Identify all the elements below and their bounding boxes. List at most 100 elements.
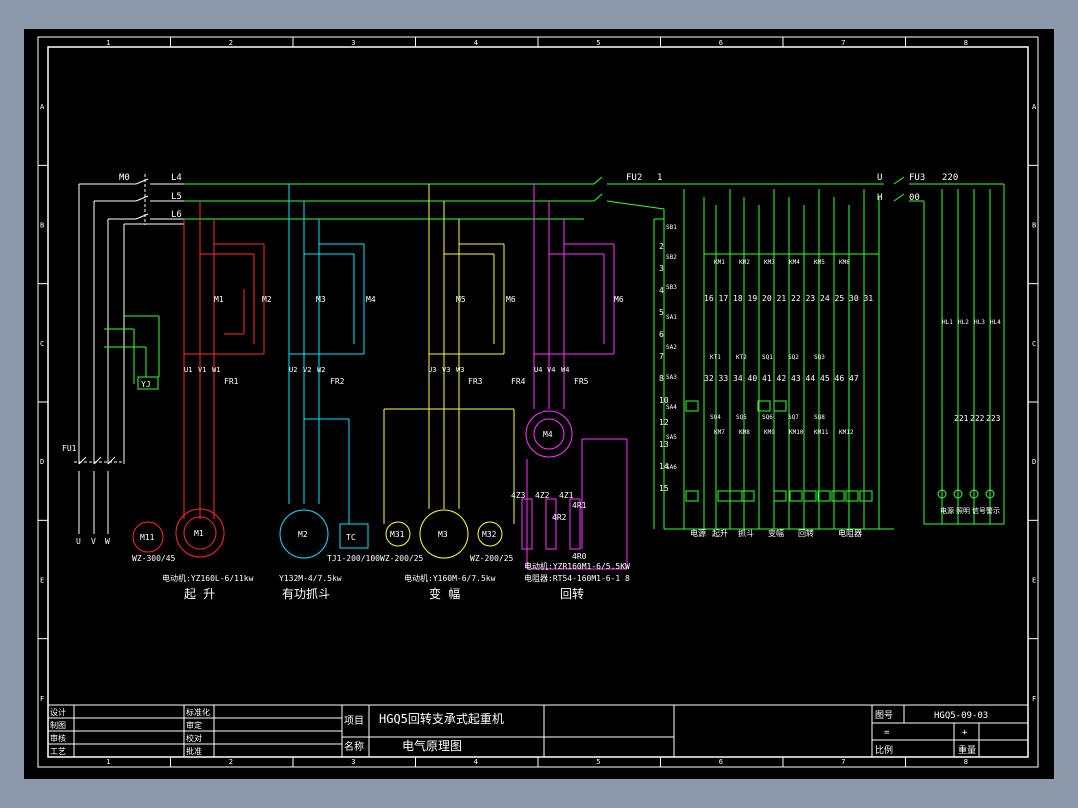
bus-label: M0 <box>119 173 130 183</box>
control-label: KM5 <box>814 259 825 266</box>
misc-label: 4Z3 <box>511 491 526 500</box>
grid-column-label: 7 <box>841 39 845 47</box>
control-number: 42 <box>777 374 787 383</box>
relay-label: FR2 <box>330 377 345 386</box>
inner-frame <box>47 46 1029 758</box>
control-label: KM12 <box>839 429 854 436</box>
terminal-label: U1 <box>184 366 192 374</box>
misc-label: YJ <box>141 380 151 389</box>
motor-label: M31 <box>390 530 405 539</box>
control-label: KM2 <box>739 259 750 266</box>
control-label: KM3 <box>764 259 775 266</box>
control-number: 23 <box>806 294 816 303</box>
misc-label: 4Z1 <box>559 491 574 500</box>
control-caption: 电源 <box>690 528 706 538</box>
project-label: 项目 <box>344 715 364 727</box>
misc-label: FU1 <box>62 444 77 453</box>
control-number: 15 <box>659 484 669 493</box>
misc-label: 4Z2 <box>535 491 550 500</box>
control-number: 8 <box>659 374 664 383</box>
motor-label: M3 <box>438 530 448 539</box>
control-number: 24 <box>820 294 830 303</box>
motor-label: M11 <box>140 533 155 542</box>
tb-cell: 设计 <box>50 707 66 717</box>
control-label: SA5 <box>666 434 677 441</box>
control-caption: 电阻器 <box>838 528 862 538</box>
misc-label: U <box>76 537 81 546</box>
grid-column-label: 4 <box>474 39 478 47</box>
power-bus-white <box>74 174 184 534</box>
control-number: 33 <box>719 374 729 383</box>
control-number: 25 <box>835 294 845 303</box>
control-number: 2 <box>659 242 664 251</box>
contactor-label: M4 <box>366 295 376 304</box>
control-caption: 变幅 <box>768 528 784 538</box>
terminal-label: W2 <box>317 366 325 374</box>
grid-row-label: A <box>1032 103 1037 111</box>
schematic-drawing: 1122334455667788A AB BC CD DE EF F M0 L4… <box>37 36 1039 768</box>
lamp-caption: 警示 <box>986 506 1000 515</box>
luff-model1-caption: WZ-200/25 <box>380 554 424 563</box>
misc-label: V <box>91 537 96 546</box>
misc-label: 4R0 <box>572 552 587 561</box>
tb-cell: 校对 <box>186 733 202 743</box>
tb-cell: 审核 <box>50 733 66 743</box>
control-label: KT2 <box>736 354 747 361</box>
control-number: 30 <box>849 294 859 303</box>
sheet-value: + <box>962 728 968 738</box>
grid-column-label: 5 <box>596 758 600 766</box>
grid-column-label: 2 <box>229 39 233 47</box>
hoist-motor-caption: 电动机:YZ160L-6/11kw <box>162 573 254 583</box>
control-number: 46 <box>835 374 845 383</box>
grid-row-label: C <box>1032 340 1036 348</box>
bus-label: L5 <box>171 192 182 202</box>
control-label: SQ2 <box>788 354 799 361</box>
control-number: 221 <box>954 414 969 423</box>
bus-label: 1 <box>657 173 662 183</box>
grid-row-label: B <box>40 222 44 230</box>
grid-column-label: 2 <box>229 758 233 766</box>
contactor-label: M6 <box>614 295 624 304</box>
grid-row-label: E <box>40 577 44 585</box>
tb-cell: 批准 <box>186 746 202 756</box>
motor-label: M32 <box>482 530 497 539</box>
grab-motor-caption: Y132M-4/7.5kw <box>279 574 342 583</box>
luff-name-caption: 变 幅 <box>429 586 460 601</box>
control-label: SB3 <box>666 284 677 291</box>
grid-column-label: 3 <box>351 758 355 766</box>
control-number: 34 <box>733 374 743 383</box>
scale-value: = <box>884 728 890 738</box>
control-label: SA4 <box>666 404 677 411</box>
control-label: SQ8 <box>814 414 825 421</box>
control-caption: 回转 <box>798 528 814 538</box>
grid-row-label: C <box>40 340 44 348</box>
terminal-label: U4 <box>534 366 542 374</box>
cad-viewport[interactable]: 1122334455667788AABBCCDDEEFF M0 L4 L5 L6… <box>24 29 1054 779</box>
bus-label: U <box>877 173 882 183</box>
grid-column-label: 7 <box>841 758 845 766</box>
control-label: HL4 <box>990 319 1001 326</box>
power-bus-green <box>104 176 1005 530</box>
control-label: SQ4 <box>710 414 721 421</box>
control-label: HL1 <box>942 319 953 326</box>
terminal-labels: U1 V1 W1 U2 V2 W2 U3 V3 W3 U4 V4 W4 <box>184 366 569 374</box>
relay-label: FR5 <box>574 377 589 386</box>
motor-label: M4 <box>543 430 553 439</box>
control-label: KM6 <box>839 259 850 266</box>
motor-label: M2 <box>298 530 308 539</box>
control-number: 3 <box>659 264 664 273</box>
terminal-label: V1 <box>198 366 206 374</box>
name-value: 电气原理图 <box>402 738 462 753</box>
control-number: 17 <box>719 294 729 303</box>
grid-row-label: D <box>40 458 44 466</box>
hoist-branch <box>183 201 265 519</box>
bus-label: H <box>877 193 882 203</box>
grab-tc-caption: TJ1-200/100 <box>327 554 380 563</box>
motor-label: TC <box>346 533 356 542</box>
contactor-label: M3 <box>316 295 326 304</box>
control-caption: 抓斗 <box>738 528 754 538</box>
motor-labels: M1 M2 M3 M4 M11 M31 M32 TC <box>140 430 553 542</box>
control-label: SA3 <box>666 374 677 381</box>
luff-model2-caption: WZ-200/25 <box>470 554 514 563</box>
grid-row-label: F <box>40 695 44 703</box>
